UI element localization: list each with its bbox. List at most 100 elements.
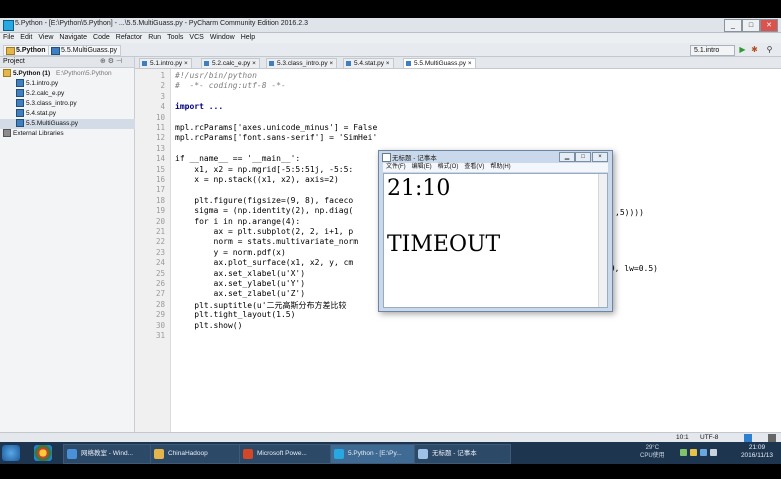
taskbar-item[interactable]: ChinaHadoop: [150, 444, 253, 464]
taskbar-item[interactable]: Microsoft Powe...: [239, 444, 340, 464]
taskbar: 网络教室 - Wind... ChinaHadoop Microsoft Pow…: [0, 442, 781, 464]
taskbar-item[interactable]: 无标题 - 记事本: [414, 444, 511, 464]
menu-vcs[interactable]: VCS: [186, 33, 206, 43]
tray-icon[interactable]: [680, 449, 687, 456]
breadcrumb-file[interactable]: 5.5.MultiGuass.py: [48, 45, 122, 56]
line-number: 31: [155, 331, 165, 340]
menu-edit[interactable]: Edit: [17, 33, 35, 43]
notepad-menu-edit[interactable]: 编辑(E): [409, 163, 435, 172]
python-file-icon: [269, 61, 274, 66]
tree-file[interactable]: 5.3.class_intro.py: [0, 99, 150, 109]
run-configuration-select[interactable]: 5.1.intro: [690, 45, 735, 56]
python-file-icon: [16, 89, 24, 98]
chrome-icon[interactable]: [34, 445, 52, 461]
code-line: x = np.stack((x1, x2), axis=2): [175, 175, 339, 184]
tab-5-4-stat[interactable]: 5.4.stat.py ×: [343, 58, 394, 68]
close-button[interactable]: ✕: [760, 19, 778, 32]
line-number: 15: [155, 164, 165, 174]
browser-icon: [67, 449, 77, 459]
breadcrumb-project[interactable]: 5.Python: [3, 45, 50, 56]
notepad-title: 无标题 - 记事本: [392, 155, 437, 162]
tree-file[interactable]: 5.2.calc_e.py: [0, 89, 150, 99]
notepad-menu-format[interactable]: 格式(O): [435, 163, 462, 172]
tree-root[interactable]: 5.Python (1) E:\Python\5.Python: [0, 69, 137, 79]
event-log-icon[interactable]: [768, 434, 776, 442]
line-number: 2: [160, 81, 165, 91]
folder-icon: [154, 449, 164, 459]
folder-icon: [6, 47, 15, 55]
line-number: 19: [155, 206, 165, 216]
line-number: 20: [155, 216, 165, 226]
tray-icon[interactable]: [690, 449, 697, 456]
notepad-menu-file[interactable]: 文件(F): [383, 163, 409, 172]
code-line: plt.figure(figsize=(9, 8), faceco: [175, 195, 354, 205]
code-line: plt.tight_layout(1.5): [175, 310, 296, 320]
code-line: x1, x2 = np.mgrid[-5:5:51j, -5:5:: [175, 164, 354, 174]
line-number: 29: [155, 310, 165, 320]
notepad-text-area[interactable]: 21:10 TIMEOUT: [383, 173, 608, 308]
git-icon: [744, 434, 752, 442]
tab-5-3-class-intro[interactable]: 5.3.class_intro.py ×: [266, 58, 338, 68]
line-number: 18: [155, 195, 165, 205]
tree-file-selected[interactable]: 5.5.MultiGuass.py: [0, 119, 150, 129]
panel-tools-icon[interactable]: ⊕ ⚙ ⊣: [100, 57, 122, 67]
menu-bar: File Edit View Navigate Code Refactor Run Tools…: [0, 33, 781, 43]
python-file-icon: [406, 61, 411, 66]
menu-code[interactable]: Code: [90, 33, 113, 43]
project-panel-header: Project ⊕ ⚙ ⊣: [0, 57, 134, 68]
python-file-icon: [346, 61, 351, 66]
project-panel-title[interactable]: Project: [0, 58, 25, 65]
tree-file[interactable]: 5.4.stat.py: [0, 109, 150, 119]
line-number: 12: [155, 133, 165, 143]
tab-5-2-calc-e[interactable]: 5.2.calc_e.py ×: [201, 58, 260, 68]
debug-icon[interactable]: ✱: [750, 45, 759, 54]
notepad-maximize-button[interactable]: □: [575, 152, 591, 162]
menu-file[interactable]: File: [0, 33, 17, 43]
python-file-icon: [16, 99, 24, 108]
window-title: 5.Python - [E:\Python\5.Python] - ...\5.…: [15, 20, 308, 27]
code-line: mpl.rcParams['axes.unicode_minus'] = Fal…: [175, 123, 378, 132]
taskbar-item[interactable]: 网络教室 - Wind...: [63, 444, 164, 464]
notepad-menu-bar: 文件(F) 编辑(E) 格式(O) 查看(V) 帮助(H): [383, 163, 608, 172]
notepad-titlebar: 无标题 - 记事本 ▁ □ ×: [379, 151, 612, 162]
code-line: ax.set_xlabel(u'X'): [175, 268, 306, 278]
notepad-text-line: 21:10: [387, 176, 451, 201]
line-number: 16: [155, 175, 165, 184]
volume-icon[interactable]: [710, 449, 717, 456]
network-icon[interactable]: [700, 449, 707, 456]
screen: 5.Python - [E:\Python\5.Python] - ...\5.…: [0, 0, 781, 479]
tab-5-5-multiguass[interactable]: 5.5.MultiGuass.py ×: [403, 58, 476, 68]
menu-refactor[interactable]: Refactor: [113, 33, 145, 43]
project-panel: Project ⊕ ⚙ ⊣ 5.Python (1) E:\Python\5.P…: [0, 57, 150, 432]
line-number: 21: [155, 227, 165, 236]
pycharm-icon: [3, 20, 14, 31]
notepad-menu-help[interactable]: 帮助(H): [487, 163, 513, 172]
line-number: 24: [155, 258, 165, 268]
tree-external-libraries[interactable]: External Libraries: [0, 129, 137, 139]
minimize-button[interactable]: _: [724, 19, 742, 32]
menu-run[interactable]: Run: [145, 33, 164, 43]
maximize-button[interactable]: □: [742, 19, 760, 32]
notepad-minimize-button[interactable]: ▁: [559, 152, 575, 162]
clock[interactable]: 21:09 2016/11/13: [741, 444, 773, 460]
powerpoint-icon: [243, 449, 253, 459]
search-icon[interactable]: ⚲: [765, 45, 774, 54]
notepad-menu-view[interactable]: 查看(V): [461, 163, 487, 172]
run-icon[interactable]: ▶: [738, 45, 747, 54]
tab-5-1-intro[interactable]: 5.1.intro.py ×: [139, 58, 192, 68]
notepad-icon: [418, 449, 428, 459]
notepad-close-button[interactable]: ×: [592, 152, 608, 162]
menu-window[interactable]: Window: [207, 33, 238, 43]
menu-navigate[interactable]: Navigate: [56, 33, 90, 43]
notepad-scrollbar[interactable]: [598, 174, 607, 307]
menu-tools[interactable]: Tools: [164, 33, 186, 43]
system-tray: 29°C CPU使用 21:09 2016/11/13: [640, 442, 781, 464]
menu-help[interactable]: Help: [238, 33, 258, 43]
cpu-meter: 29°C CPU使用: [640, 445, 665, 459]
menu-view[interactable]: View: [35, 33, 56, 43]
line-number: 14: [155, 154, 165, 164]
start-button[interactable]: [2, 445, 20, 461]
notepad-window[interactable]: 无标题 - 记事本 ▁ □ × 文件(F) 编辑(E) 格式(O) 查看(V) 帮助(H…: [378, 150, 613, 312]
line-number-gutter: 1 2 3 4 10 11 12 13 14 15 16 17 18 19 20 21 22 23 24 25 26 27…: [135, 69, 171, 432]
tree-file[interactable]: 5.1.intro.py: [0, 79, 150, 89]
